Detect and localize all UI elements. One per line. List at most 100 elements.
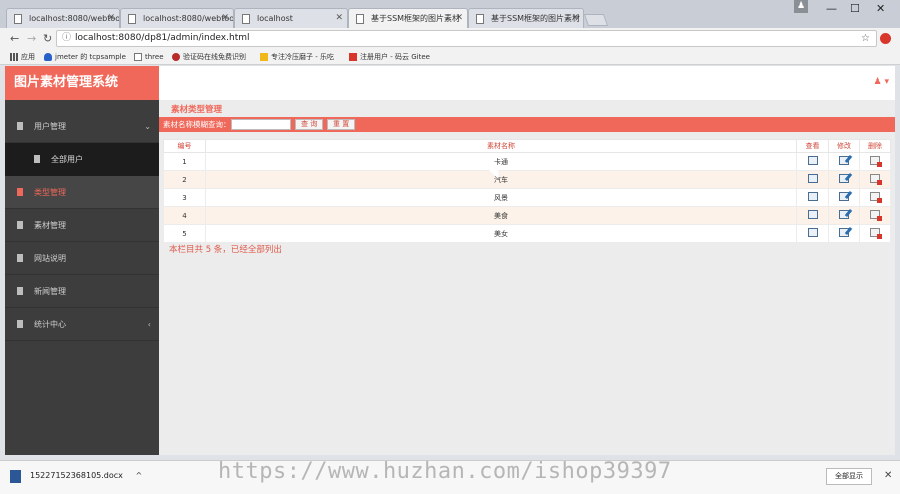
sidebar-item-label: 统计中心 <box>34 320 66 329</box>
view-cell <box>796 188 829 207</box>
browser-tab-2[interactable]: localhost:8080/webtoo ✕ <box>120 8 234 28</box>
column-header: 素材名称 <box>205 139 797 153</box>
edit-icon[interactable] <box>839 174 849 183</box>
info-icon[interactable]: ⓘ <box>62 31 71 46</box>
browser-tab-4[interactable]: 基于SSM框架的图片素材 ✕ <box>348 8 468 28</box>
shield-icon <box>44 53 52 61</box>
bookmark-three[interactable]: three <box>134 51 164 63</box>
delete-icon[interactable] <box>870 228 882 239</box>
delete-icon[interactable] <box>870 174 882 185</box>
view-icon[interactable] <box>807 210 818 219</box>
close-tab-icon[interactable]: ✕ <box>107 9 115 28</box>
edit-icon[interactable] <box>839 156 849 165</box>
bookmark-apps[interactable]: 应用 <box>10 51 35 63</box>
forward-arrow-icon[interactable]: → <box>27 32 36 45</box>
chevron-left-icon: ‹ <box>147 320 151 329</box>
extension-icon[interactable] <box>880 33 891 44</box>
browser-tab-3[interactable]: localhost ✕ <box>234 8 348 28</box>
cell-id: 5 <box>163 224 206 243</box>
file-icon <box>17 221 23 229</box>
sidebar-item-user-management[interactable]: 用户管理 ⌄ <box>5 110 159 143</box>
bookmark-gitee[interactable]: 注册用户 - 码云 Gitee <box>349 51 430 63</box>
delete-cell <box>859 152 891 171</box>
url-text: localhost:8080/dp81/admin/index.html <box>75 33 250 43</box>
view-cell <box>796 152 829 171</box>
download-filename: 15227152368105.docx <box>30 471 123 480</box>
view-icon[interactable] <box>807 174 818 183</box>
sidebar-item-news-management[interactable]: 新闻管理 <box>5 275 159 308</box>
sidebar-item-statistics[interactable]: 统计中心 ‹ <box>5 308 159 341</box>
apps-grid-icon <box>10 53 18 61</box>
sidebar-item-label: 素材管理 <box>34 221 66 230</box>
back-arrow-icon[interactable]: ← <box>10 32 19 45</box>
page-icon <box>134 53 142 61</box>
file-icon <box>17 122 23 130</box>
bookmark-jmeter[interactable]: jmeter 的 tcpsample <box>44 51 126 63</box>
user-menu-icon[interactable]: ♟ ▾ <box>874 77 889 87</box>
delete-icon[interactable] <box>870 156 882 167</box>
site-logo-icon <box>260 53 268 61</box>
reset-button[interactable]: 重 置 <box>327 119 356 130</box>
new-tab-button[interactable] <box>583 14 609 26</box>
column-header: 编号 <box>163 139 206 153</box>
gitee-logo-icon <box>349 53 357 61</box>
view-icon[interactable] <box>807 192 818 201</box>
sidebar-item-material-management[interactable]: 素材管理 <box>5 209 159 242</box>
profile-icon[interactable]: ♟ <box>794 0 808 13</box>
page-icon <box>242 14 250 24</box>
table-row: 3 风景 <box>163 188 891 207</box>
close-window-button[interactable]: ✕ <box>876 2 885 15</box>
maximize-button[interactable]: ☐ <box>850 2 860 15</box>
query-button[interactable]: 查 询 <box>295 119 324 130</box>
minimize-button[interactable]: — <box>826 2 837 15</box>
browser-tab-1[interactable]: localhost:8080/webtoo ✕ <box>6 8 120 28</box>
edit-icon[interactable] <box>839 228 849 237</box>
edit-icon[interactable] <box>839 192 849 201</box>
delete-icon[interactable] <box>870 210 882 221</box>
chevron-up-icon[interactable]: ^ <box>135 471 142 480</box>
view-icon[interactable] <box>807 228 818 237</box>
close-tab-icon[interactable]: ✕ <box>221 9 229 28</box>
sidebar-subitem-all-users[interactable]: 全部用户 <box>5 143 159 176</box>
sidebar-item-site-info[interactable]: 网站说明 <box>5 242 159 275</box>
cell-id: 3 <box>163 188 206 207</box>
url-input[interactable]: ⓘ localhost:8080/dp81/admin/index.html ☆ <box>56 30 877 47</box>
show-all-downloads-button[interactable]: 全部显示 <box>826 468 872 485</box>
bookmark-press[interactable]: 专注冷压磨子 - 乐吃 <box>260 51 334 63</box>
table-header-row: 编号 素材名称 查看 修改 删除 <box>163 139 891 153</box>
reload-icon[interactable]: ↻ <box>43 32 52 45</box>
tab-title: 基于SSM框架的图片素材 <box>371 14 461 23</box>
close-downloads-icon[interactable]: ✕ <box>884 470 892 481</box>
bookmark-captcha[interactable]: 验证码在线免费识别 <box>172 51 246 63</box>
page-icon <box>128 14 136 24</box>
download-item[interactable]: 15227152368105.docx ^ <box>10 469 142 483</box>
delete-cell <box>859 224 891 243</box>
view-icon[interactable] <box>807 156 818 165</box>
tab-title: 基于SSM框架的图片素材 <box>491 14 581 23</box>
cell-id: 4 <box>163 206 206 225</box>
close-tab-icon[interactable]: ✕ <box>455 9 463 28</box>
delete-cell <box>859 188 891 207</box>
close-tab-icon[interactable]: ✕ <box>571 9 579 28</box>
tab-title: localhost:8080/webtoo <box>143 14 234 23</box>
edit-cell <box>828 152 860 171</box>
delete-icon[interactable] <box>870 192 882 203</box>
edit-cell <box>828 170 860 189</box>
search-label: 素材名称模糊查询： <box>163 120 231 129</box>
bookmark-label: jmeter 的 tcpsample <box>55 53 126 61</box>
browser-tab-strip: localhost:8080/webtoo ✕ localhost:8080/w… <box>0 0 900 28</box>
sidebar-item-type-management[interactable]: 类型管理 <box>5 176 159 209</box>
file-icon <box>34 155 40 163</box>
close-tab-icon[interactable]: ✕ <box>335 9 343 28</box>
search-input[interactable] <box>231 119 291 130</box>
watermark-text: https://www.huzhan.com/ishop39397 <box>218 459 672 484</box>
site-logo-icon <box>172 53 180 61</box>
edit-icon[interactable] <box>839 210 849 219</box>
file-icon <box>17 254 23 262</box>
bookmark-label: 注册用户 - 码云 Gitee <box>360 53 430 61</box>
sidebar-item-label: 类型管理 <box>34 188 66 197</box>
browser-tab-5[interactable]: 基于SSM框架的图片素材 ✕ <box>468 8 584 28</box>
table-row: 1 卡通 <box>163 152 891 171</box>
bookmark-star-icon[interactable]: ☆ <box>861 31 870 46</box>
brand-title: 图片素材管理系统 <box>5 66 159 100</box>
